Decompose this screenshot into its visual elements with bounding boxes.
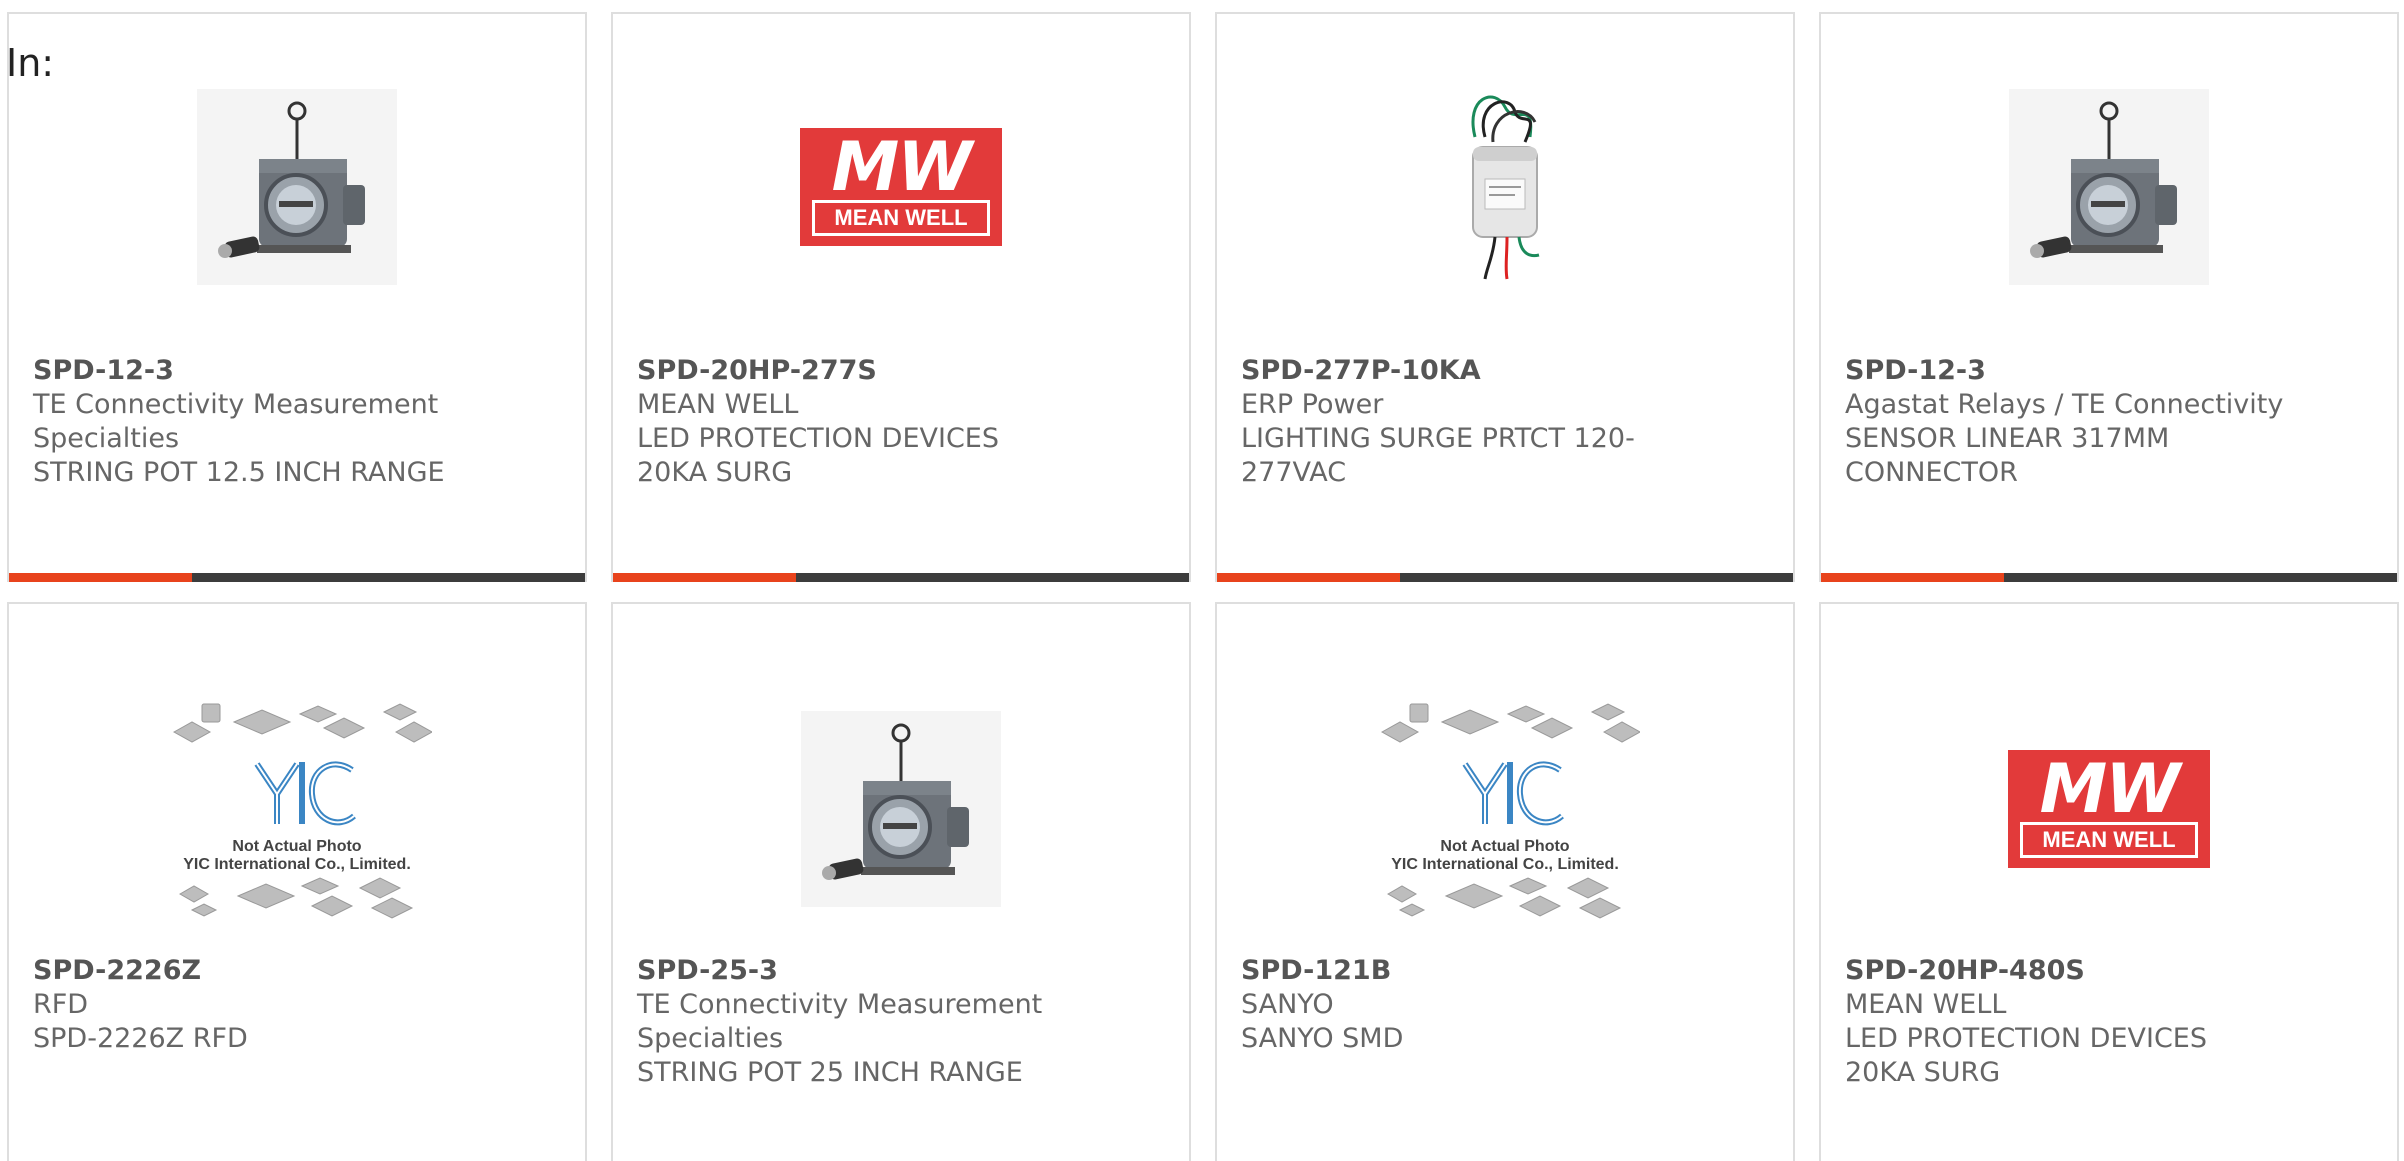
manufacturer: TE Connectivity Measurement Specialties [33, 389, 439, 454]
manufacturer: ERP Power [1241, 389, 1384, 420]
description: LIGHTING SURGE PRTCT 120-277VAC [1241, 423, 1635, 488]
placeholder-line1: Not Actual Photo [1440, 838, 1570, 855]
mean-well-logo: MW MEAN WELL [2008, 750, 2210, 868]
mw-mark: MW [2039, 750, 2181, 829]
yic-placeholder-image: Not Actual Photo YIC International Co., … [162, 684, 432, 934]
surge-protector-image [1435, 87, 1575, 287]
card-accent [1821, 573, 2004, 582]
manufacturer: MEAN WELL [637, 389, 799, 420]
card-bottom-bar [613, 573, 1189, 582]
product-image[interactable] [1217, 76, 1793, 298]
product-info: SPD-12-3 TE Connectivity Measurement Spec… [33, 354, 473, 490]
product-info: SPD-277P-10KA ERP Power LIGHTING SURGE PRT… [1241, 354, 1681, 490]
description: LED PROTECTION DEVICES 20KA SURG [637, 423, 999, 488]
product-info: SPD-20HP-277S MEAN WELL LED PROTECTION DEV… [637, 354, 1077, 490]
manufacturer: SANYO [1241, 989, 1334, 1020]
description: SENSOR LINEAR 317MM CONNECTOR [1845, 423, 2170, 488]
card-accent [9, 573, 192, 582]
manufacturer: Agastat Relays / TE Connectivity [1845, 389, 2284, 420]
description: SPD-2226Z RFD [33, 1023, 248, 1054]
manufacturer: TE Connectivity Measurement Specialties [637, 989, 1043, 1054]
part-number-link[interactable]: SPD-12-3 [1845, 354, 2285, 388]
product-card[interactable]: Not Actual Photo YIC International Co., … [1215, 602, 1795, 1161]
description: SANYO SMD [1241, 1023, 1404, 1054]
product-card[interactable]: SPD-25-3 TE Connectivity Measurement Spec… [611, 602, 1191, 1161]
product-info: SPD-20HP-480S MEAN WELL LED PROTECTION DEV… [1845, 954, 2285, 1090]
product-image[interactable]: Not Actual Photo YIC International Co., … [1217, 684, 1793, 934]
product-image[interactable]: MW MEAN WELL [1821, 684, 2397, 934]
part-number-link[interactable]: SPD-2226Z [33, 954, 473, 988]
product-image[interactable]: MW MEAN WELL [613, 76, 1189, 298]
product-image[interactable] [9, 76, 585, 298]
placeholder-line2: YIC International Co., Limited. [1391, 856, 1619, 873]
string-pot-sensor-image [2009, 89, 2209, 285]
description: STRING POT 12.5 INCH RANGE [33, 457, 445, 488]
yic-placeholder-image: Not Actual Photo YIC International Co., … [1370, 684, 1640, 934]
product-card[interactable]: Not Actual Photo YIC International Co., … [7, 602, 587, 1161]
part-number-link[interactable]: SPD-12-3 [33, 354, 473, 388]
product-image[interactable]: Not Actual Photo YIC International Co., … [9, 684, 585, 934]
product-image[interactable] [613, 684, 1189, 934]
product-info: SPD-25-3 TE Connectivity Measurement Spec… [637, 954, 1077, 1090]
description: STRING POT 25 INCH RANGE [637, 1057, 1023, 1088]
part-number-link[interactable]: SPD-20HP-277S [637, 354, 1077, 388]
product-card[interactable]: MW MEAN WELL SPD-20HP-277S MEAN WELL LED P… [611, 12, 1191, 582]
string-pot-sensor-image [197, 89, 397, 285]
part-number-link[interactable]: SPD-20HP-480S [1845, 954, 2285, 988]
mean-well-logo: MW MEAN WELL [800, 128, 1002, 246]
product-card[interactable]: SPD-277P-10KA ERP Power LIGHTING SURGE PRT… [1215, 12, 1795, 582]
card-accent [1217, 573, 1400, 582]
placeholder-line1: Not Actual Photo [232, 838, 362, 855]
placeholder-line2: YIC International Co., Limited. [183, 856, 411, 873]
product-grid: SPD-12-3 TE Connectivity Measurement Spec… [7, 12, 2399, 1161]
card-bottom-bar [1217, 573, 1793, 582]
manufacturer: RFD [33, 989, 89, 1020]
part-number-link[interactable]: SPD-121B [1241, 954, 1681, 988]
product-card[interactable]: MW MEAN WELL SPD-20HP-480S MEAN WELL LED P… [1819, 602, 2399, 1161]
product-card[interactable]: SPD-12-3 TE Connectivity Measurement Spec… [7, 12, 587, 582]
string-pot-sensor-image [801, 711, 1001, 907]
description: LED PROTECTION DEVICES 20KA SURG [1845, 1023, 2207, 1088]
product-results-page: In: SPD-12-3 TE Connectivity Measurement … [0, 0, 2404, 1161]
mw-name: MEAN WELL [812, 200, 990, 236]
product-image[interactable] [1821, 76, 2397, 298]
mw-mark: MW [831, 128, 973, 207]
product-info: SPD-2226Z RFD SPD-2226Z RFD [33, 954, 473, 1056]
mw-name: MEAN WELL [2020, 822, 2198, 858]
product-info: SPD-121B SANYO SANYO SMD [1241, 954, 1681, 1056]
part-number-link[interactable]: SPD-25-3 [637, 954, 1077, 988]
product-info: SPD-12-3 Agastat Relays / TE Connectivity… [1845, 354, 2285, 490]
part-number-link[interactable]: SPD-277P-10KA [1241, 354, 1681, 388]
card-bottom-bar [9, 573, 585, 582]
manufacturer: MEAN WELL [1845, 989, 2007, 1020]
product-card[interactable]: SPD-12-3 Agastat Relays / TE Connectivity… [1819, 12, 2399, 582]
card-bottom-bar [1821, 573, 2397, 582]
card-accent [613, 573, 796, 582]
in-label: In: [6, 41, 55, 85]
